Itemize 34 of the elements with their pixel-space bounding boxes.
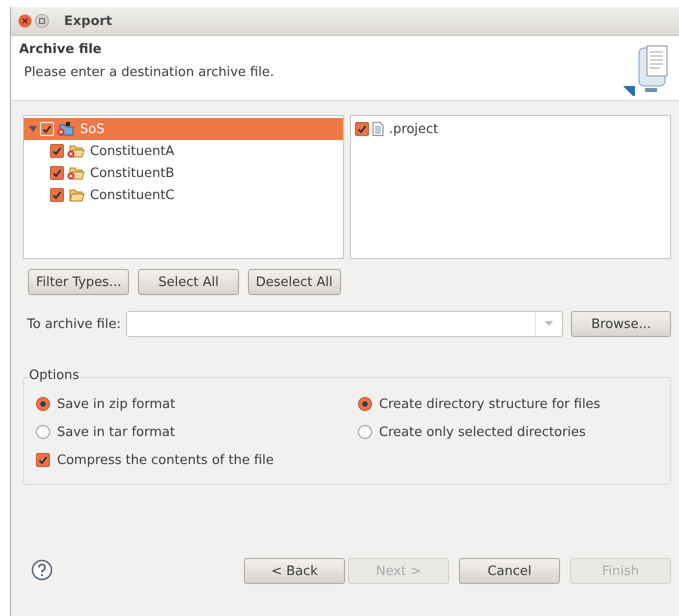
help-icon[interactable]	[31, 559, 53, 581]
tree-item[interactable]: ConstituentC	[24, 184, 343, 206]
option-label: Save in tar format	[57, 424, 175, 440]
selection-button[interactable]: Deselect All	[248, 269, 341, 295]
window-title: Export	[64, 14, 112, 28]
page-message: Please enter a destination archive file.	[24, 65, 274, 80]
page-title: Archive file	[19, 42, 103, 57]
browse-button[interactable]: Browse...	[571, 311, 671, 337]
selection-button[interactable]: Filter Types...	[28, 269, 130, 295]
wizard-button[interactable]: Cancel	[459, 558, 560, 584]
option-label: Create directory structure for files	[379, 396, 600, 412]
tree-item[interactable]: ConstituentB	[24, 162, 343, 184]
expand-arrow-icon[interactable]	[28, 125, 37, 133]
option-label: Compress the contents of the file	[57, 452, 274, 468]
checkbox[interactable]	[50, 188, 64, 202]
checkbox[interactable]	[50, 144, 64, 158]
file-name: .project	[389, 122, 438, 136]
radio-button[interactable]	[36, 397, 50, 411]
wizard-button[interactable]: < Back	[244, 558, 345, 584]
file-icon	[372, 122, 384, 136]
checkbox[interactable]	[50, 166, 64, 180]
option-label: Save in zip format	[57, 396, 176, 412]
checkbox[interactable]	[36, 453, 50, 467]
group-title: Options	[28, 368, 80, 383]
maximize-icon[interactable]	[35, 14, 49, 28]
radio-button[interactable]	[36, 425, 50, 439]
checkbox[interactable]	[355, 122, 369, 136]
option-label: Create only selected directories	[379, 424, 586, 440]
tree-item[interactable]: ConstituentA	[24, 140, 343, 162]
radio-button[interactable]	[358, 397, 372, 411]
radio-button[interactable]	[358, 425, 372, 439]
field-label: To archive file:	[27, 316, 121, 332]
close-icon[interactable]	[18, 14, 32, 28]
selection-button[interactable]: Select All	[138, 269, 239, 295]
